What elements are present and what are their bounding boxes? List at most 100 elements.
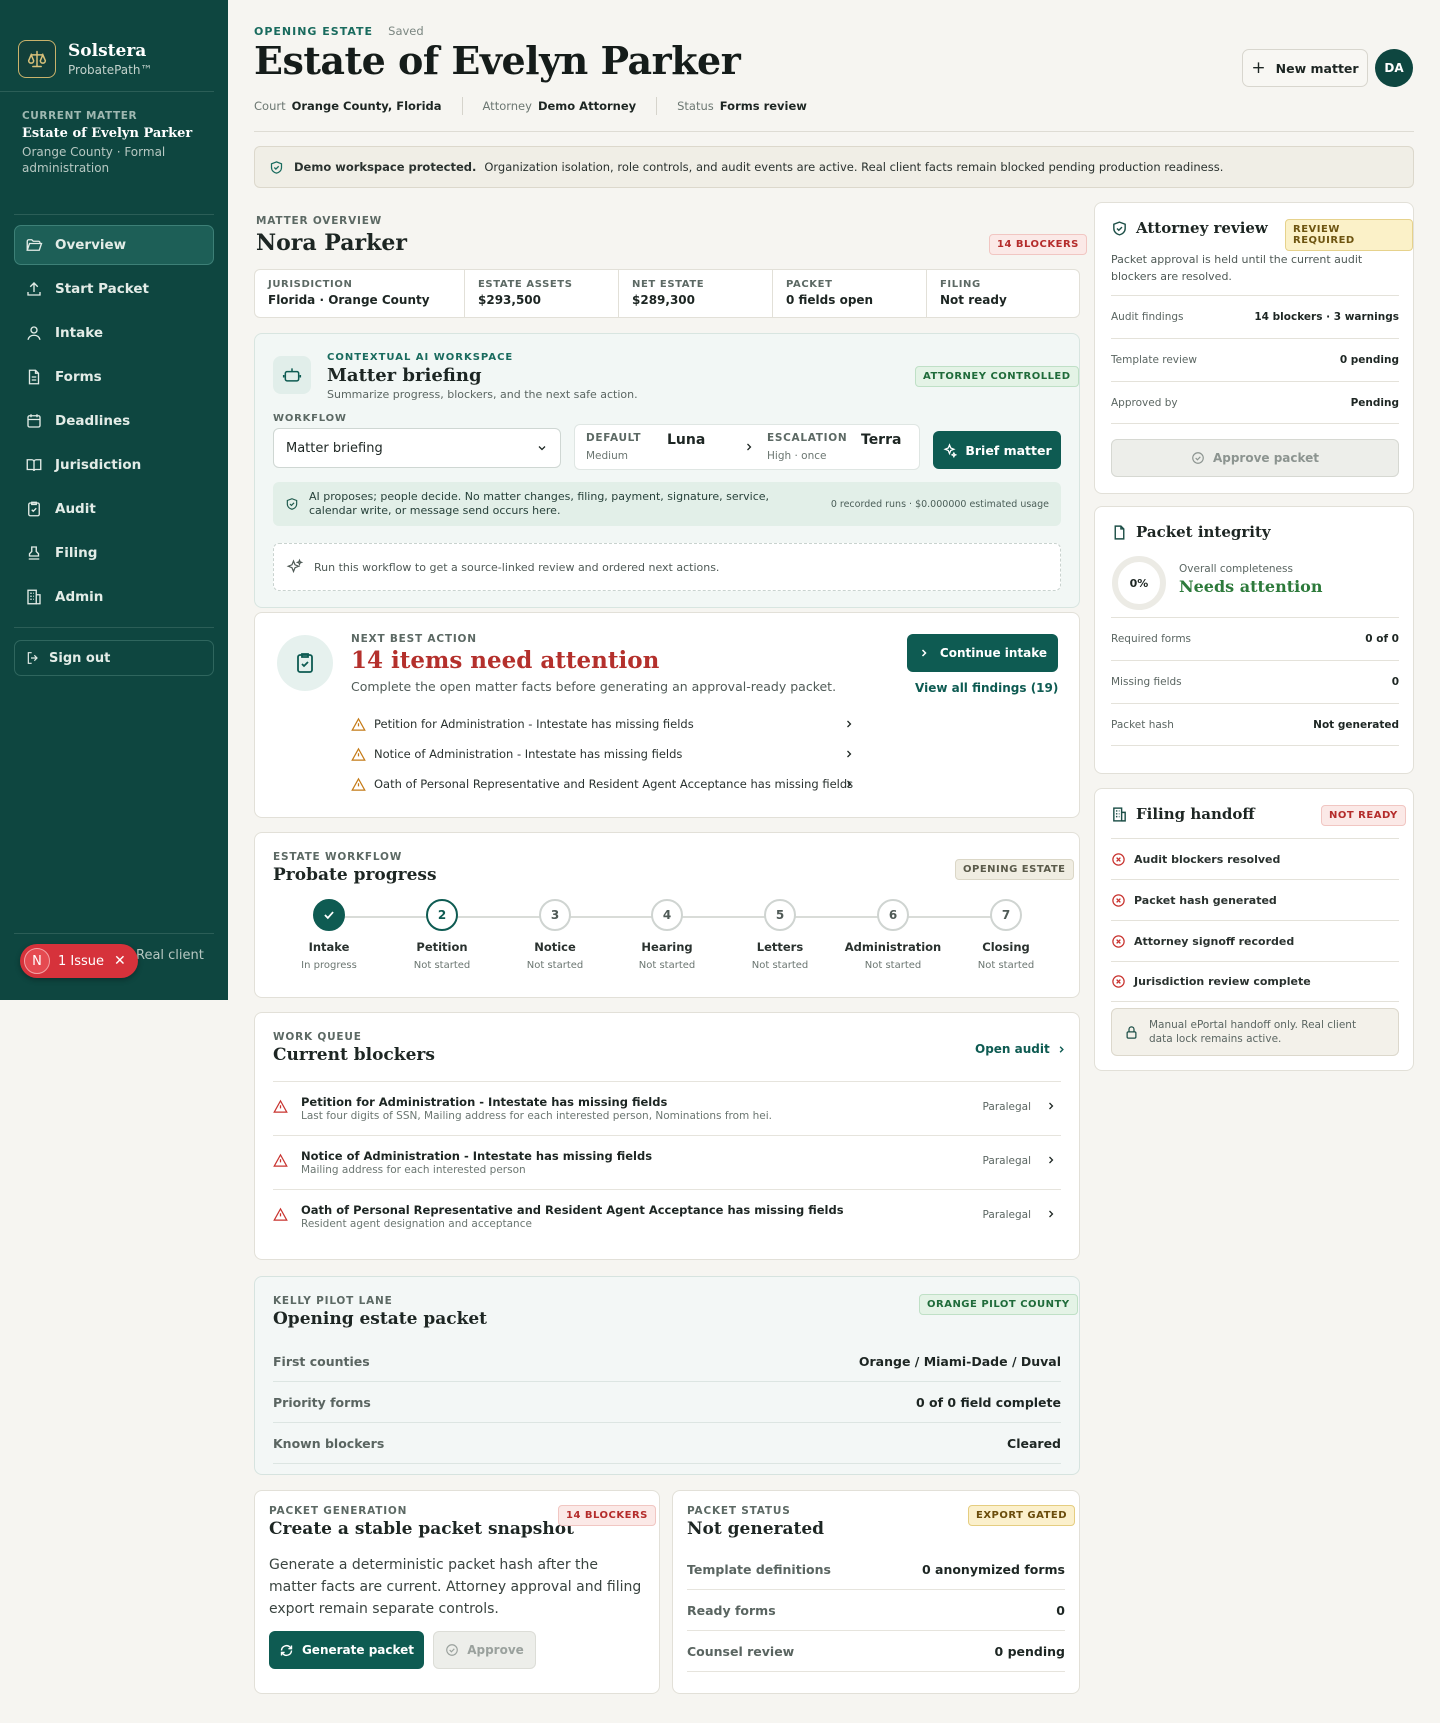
- lock-icon: [1126, 1025, 1137, 1039]
- checklist-label: Jurisdiction review complete: [1134, 975, 1311, 988]
- sidebar: Solstera ProbatePath™ CURRENT MATTER Est…: [0, 0, 228, 1000]
- sidebar-item-intake[interactable]: Intake: [14, 313, 214, 353]
- step-closing[interactable]: 7 Closing Not started: [950, 899, 1062, 971]
- x-circle-icon: [1112, 852, 1125, 866]
- nav-divider: [14, 627, 214, 628]
- step-check: [313, 899, 345, 931]
- chevron-right-icon: [1059, 1045, 1064, 1053]
- step-name: Hearing: [641, 940, 693, 954]
- table-row[interactable]: Oath of Personal Representative and Resi…: [273, 1189, 1061, 1243]
- approve-packet-button[interactable]: Approve packet: [1111, 439, 1399, 477]
- table-row[interactable]: Petition for Administration - Intestate …: [273, 1081, 1061, 1135]
- step-letters[interactable]: 5 Letters Not started: [724, 899, 836, 971]
- sidebar-item-start-packet[interactable]: Start Packet: [14, 269, 214, 309]
- stat-estate-assets: ESTATE ASSETS $293,500: [465, 270, 619, 317]
- step-name: Petition: [416, 940, 468, 954]
- chevron-right-icon: [847, 780, 852, 788]
- list-item[interactable]: Notice of Administration - Intestate has…: [351, 739, 855, 769]
- overall-label: Overall completeness: [1179, 563, 1293, 575]
- step-status: Not started: [751, 960, 809, 971]
- workflow-select[interactable]: Matter briefing: [273, 428, 561, 468]
- meta-court-key: Court: [254, 99, 286, 113]
- step-name: Closing: [982, 940, 1030, 954]
- continue-intake-button[interactable]: Continue intake: [907, 634, 1058, 672]
- close-icon[interactable]: ✕: [114, 953, 126, 969]
- blockers-badge: 14 BLOCKERS: [558, 1505, 656, 1526]
- step-notice[interactable]: 3 Notice Not started: [499, 899, 611, 971]
- chevron-right-icon: [847, 720, 852, 728]
- approve-button[interactable]: Approve: [433, 1631, 536, 1669]
- brief-matter-label: Brief matter: [965, 442, 1052, 458]
- review-row: Template review 0 pending: [1111, 338, 1399, 381]
- list-item[interactable]: Petition for Administration - Intestate …: [351, 709, 855, 739]
- chevron-right-icon: [1049, 1156, 1054, 1164]
- step-name: Intake: [308, 940, 350, 954]
- stat-value: Not ready: [940, 293, 1007, 307]
- kelly-row: First counties Orange / Miami-Dade / Duv…: [273, 1341, 1061, 1382]
- sidebar-item-filing[interactable]: Filing: [14, 533, 214, 573]
- step-name: Letters: [756, 940, 804, 954]
- sidebar-item-deadlines[interactable]: Deadlines: [14, 401, 214, 441]
- default-sub: Medium: [586, 450, 628, 462]
- meta-divider: [461, 97, 463, 115]
- overview-stats: JURISDICTION Florida · Orange County EST…: [254, 269, 1080, 318]
- blockers-title: Current blockers: [273, 1045, 435, 1065]
- nba-list: Petition for Administration - Intestate …: [351, 709, 855, 799]
- step-hearing[interactable]: 4 Hearing Not started: [611, 899, 723, 971]
- list-item[interactable]: Oath of Personal Representative and Resi…: [351, 769, 855, 799]
- review-row-key: Approved by: [1111, 396, 1178, 409]
- blocker-owner: Paralegal: [982, 1155, 1031, 1167]
- x-circle-icon: [1112, 893, 1125, 907]
- header-eyebrow-row: OPENING ESTATE Saved: [254, 20, 424, 39]
- blocker-title: Petition for Administration - Intestate …: [301, 1095, 668, 1109]
- ai-title: Matter briefing: [327, 365, 482, 386]
- blocker-title: Notice of Administration - Intestate has…: [301, 1149, 653, 1163]
- brief-matter-button[interactable]: Brief matter: [933, 431, 1061, 469]
- sidebar-item-jurisdiction[interactable]: Jurisdiction: [14, 445, 214, 485]
- default-model: Luna: [667, 432, 706, 448]
- new-matter-button[interactable]: + New matter: [1242, 49, 1368, 87]
- blocker-desc: Resident agent designation and acceptanc…: [301, 1218, 532, 1230]
- integrity-rows: Required forms 0 of 0 Missing fields 0 P…: [1111, 617, 1399, 746]
- sidebar-item-admin[interactable]: Admin: [14, 577, 214, 617]
- avatar[interactable]: DA: [1375, 49, 1413, 87]
- chevron-right-icon: [1049, 1210, 1054, 1218]
- stat-key: NET ESTATE: [632, 279, 705, 290]
- kelly-row-value: Orange / Miami-Dade / Duval: [858, 1353, 1061, 1369]
- generate-packet-button[interactable]: Generate packet: [269, 1631, 424, 1669]
- clipboard-check-icon: [28, 501, 40, 517]
- step-intake[interactable]: Intake In progress: [273, 899, 385, 971]
- sidebar-item-audit[interactable]: Audit: [14, 489, 214, 529]
- refresh-icon: [280, 1644, 293, 1656]
- sidebar-item-forms[interactable]: Forms: [14, 357, 214, 397]
- filing-handoff-card: Filing handoff NOT READY Audit blockers …: [1094, 788, 1414, 1071]
- issue-label: 1 Issue: [58, 953, 105, 969]
- table-row[interactable]: Notice of Administration - Intestate has…: [273, 1135, 1061, 1189]
- workflow-select-value: Matter briefing: [286, 440, 383, 456]
- filing-handoff-title: Filing handoff: [1136, 805, 1255, 823]
- step-petition[interactable]: 2 Petition Not started: [386, 899, 498, 971]
- kelly-eyebrow: KELLY PILOT LANE: [273, 1295, 393, 1307]
- current-blockers-card: WORK QUEUE Current blockers Open audit P…: [254, 1012, 1080, 1260]
- step-status: Not started: [977, 960, 1035, 971]
- packet-status-key: Counsel review: [687, 1643, 795, 1659]
- list-item-label: Notice of Administration - Intestate has…: [374, 747, 683, 761]
- attorney-review-header: Attorney review: [1111, 219, 1268, 237]
- check-circle-icon: [1192, 452, 1204, 464]
- saved-status: Saved: [388, 24, 424, 38]
- checklist-label: Audit blockers resolved: [1134, 852, 1281, 866]
- warning-icon: [351, 717, 366, 731]
- checklist-label: Attorney signoff recorded: [1134, 934, 1295, 948]
- step-name: Administration: [844, 940, 942, 954]
- issue-pill[interactable]: N 1 Issue ✕: [20, 944, 138, 978]
- not-ready-badge: NOT READY: [1321, 805, 1406, 826]
- sidebar-item-label: Deadlines: [55, 413, 131, 429]
- open-audit-link[interactable]: Open audit: [975, 1042, 1067, 1056]
- view-all-findings-link[interactable]: View all findings (19): [915, 681, 1058, 695]
- chevron-right-icon: [921, 649, 927, 657]
- banner-bold: Demo workspace protected.: [294, 160, 477, 174]
- sidebar-item-overview[interactable]: Overview: [14, 225, 214, 265]
- step-administration[interactable]: 6 Administration Not started: [837, 899, 949, 971]
- list-item-label: Petition for Administration - Intestate …: [374, 717, 694, 731]
- sign-out-button[interactable]: Sign out: [14, 640, 214, 676]
